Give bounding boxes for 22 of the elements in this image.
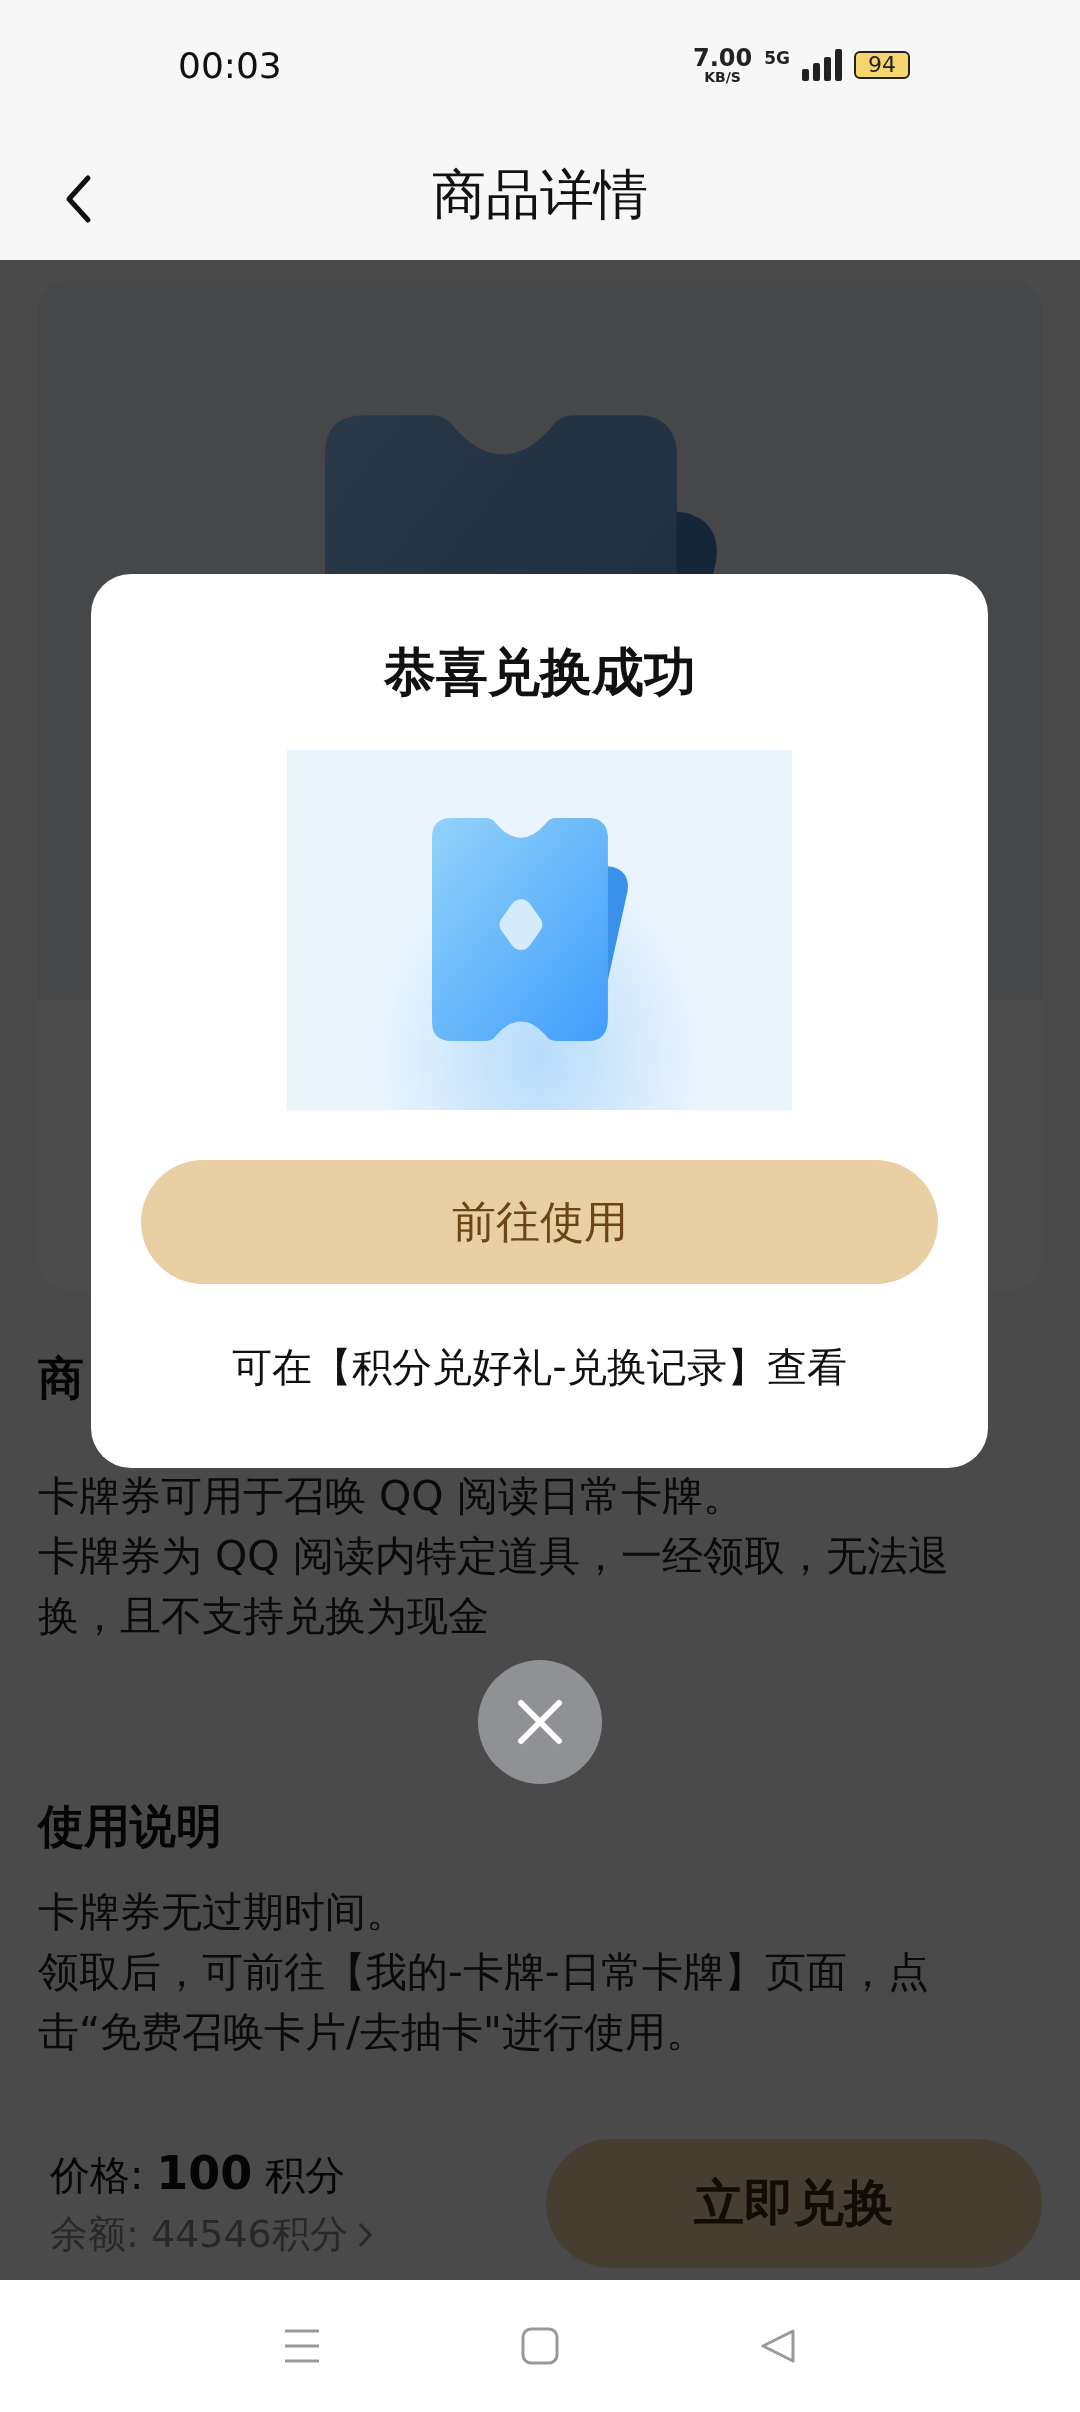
back-icon[interactable]	[64, 174, 92, 224]
use-now-button[interactable]: 前往使用	[141, 1160, 938, 1284]
description-text: 卡牌券为 QQ 阅读内特定道具，一经领取，无法退换，且不支持兑换为现金	[38, 1531, 950, 1642]
section-title: 使用说明	[38, 1798, 222, 1855]
close-icon	[517, 1699, 563, 1745]
usage-text: 卡牌券无过期时间。	[38, 1887, 408, 1938]
price-text: 价格: 100 积分	[50, 2146, 346, 2202]
network-speed-unit: KB/S	[704, 70, 741, 84]
battery-level: 94	[854, 51, 910, 79]
dialog-note: 可在【积分兑好礼-兑换记录】查看	[232, 1343, 847, 1392]
network-speed: 7.00	[693, 46, 753, 70]
page-title: 商品详情	[432, 161, 648, 228]
dialog-title: 恭喜兑换成功	[383, 641, 696, 704]
network-type: 5G	[764, 48, 790, 68]
description-text: 卡牌券可用于召唤 QQ 阅读日常卡牌。	[38, 1471, 745, 1522]
usage-text: 领取后，可前往【我的-卡牌-日常卡牌】页面，点击“免费召唤卡片/去抽卡"进行使用。	[38, 1947, 930, 2058]
status-time: 00:03	[178, 44, 282, 86]
menu-icon[interactable]	[283, 2328, 321, 2364]
section-title: 商	[38, 1350, 84, 1407]
home-icon[interactable]	[521, 2327, 559, 2365]
back-nav-icon[interactable]	[759, 2328, 797, 2364]
signal-icon	[802, 49, 842, 81]
